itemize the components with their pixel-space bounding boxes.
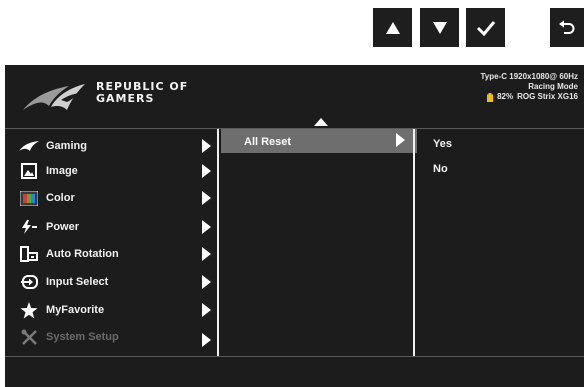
- down-key[interactable]: [420, 8, 459, 47]
- power-plug-icon: [18, 218, 40, 236]
- chevron-right-icon: [202, 220, 211, 234]
- column-divider-1: [217, 129, 219, 356]
- chevron-right-icon: [202, 333, 211, 347]
- menu-label-power: Power: [46, 221, 80, 233]
- option-yes[interactable]: Yes: [433, 138, 452, 150]
- osd-panel: REPUBLIC OF GAMERS Type-C 1920x1080@ 60H…: [5, 65, 584, 387]
- rog-logo-icon: [23, 84, 85, 110]
- menu-label-myfavorite: MyFavorite: [46, 304, 105, 316]
- color-palette-icon: [18, 189, 40, 207]
- chevron-right-icon: [202, 303, 211, 317]
- column-divider-2: [413, 129, 415, 356]
- battery-icon: [487, 92, 494, 102]
- auto-rotation-icon: [18, 245, 40, 263]
- brand-line-2: GAMERS: [96, 92, 155, 105]
- battery-model-row: 82% ROG Strix XG16: [481, 92, 578, 102]
- input-status: Type-C 1920x1080@ 60Hz: [480, 72, 578, 81]
- checkmark-icon: [476, 20, 495, 36]
- chevron-right-icon: [202, 164, 211, 178]
- menu-item-power[interactable]: Power: [5, 213, 216, 241]
- menu-bottom-divider: [5, 356, 584, 357]
- brand-name: REPUBLIC OF GAMERS: [96, 81, 188, 105]
- star-icon: [18, 301, 40, 319]
- down-arrow-icon: [432, 21, 447, 34]
- osd-header: REPUBLIC OF GAMERS Type-C 1920x1080@ 60H…: [5, 65, 584, 129]
- up-key[interactable]: [373, 8, 412, 47]
- submenu-item-all-reset[interactable]: All Reset: [221, 129, 417, 153]
- confirm-key[interactable]: [466, 8, 505, 47]
- option-no[interactable]: No: [433, 163, 448, 175]
- menu-item-gaming[interactable]: Gaming: [5, 132, 216, 160]
- chevron-right-icon: [202, 247, 211, 261]
- wrench-screwdriver-icon: [18, 328, 40, 346]
- menu-item-color[interactable]: Color: [5, 184, 216, 212]
- menu-label-auto-rotation: Auto Rotation: [46, 248, 119, 260]
- model-name: ROG Strix XG16: [517, 92, 578, 101]
- menu-label-system-setup: System Setup: [46, 331, 119, 343]
- menu-label-color: Color: [46, 192, 75, 204]
- chevron-right-icon: [396, 133, 405, 147]
- menu-item-myfavorite[interactable]: MyFavorite: [5, 296, 216, 324]
- menu-item-auto-rotation[interactable]: Auto Rotation: [5, 240, 216, 268]
- menu-label-gaming: Gaming: [46, 140, 87, 152]
- up-arrow-icon: [385, 21, 400, 34]
- status-info: Type-C 1920x1080@ 60Hz Racing Mode 82% R…: [481, 72, 578, 102]
- chevron-right-icon: [202, 275, 211, 289]
- submenu-label-all-reset: All Reset: [244, 136, 292, 148]
- menu-area: Gaming Image Color Power Auto Rotation I…: [5, 129, 584, 356]
- menu-item-image[interactable]: Image: [5, 157, 216, 185]
- back-key[interactable]: [550, 8, 584, 47]
- chevron-right-icon: [202, 139, 211, 153]
- rog-eye-icon: [18, 137, 40, 155]
- mode-status: Racing Mode: [528, 82, 578, 91]
- scroll-up-icon[interactable]: [314, 118, 328, 126]
- menu-item-input-select[interactable]: Input Select: [5, 268, 216, 296]
- battery-level: 82%: [497, 92, 514, 101]
- chevron-right-icon: [202, 191, 211, 205]
- image-icon: [18, 162, 40, 180]
- back-return-icon: [559, 20, 575, 34]
- input-select-icon: [18, 273, 40, 291]
- menu-item-system-setup[interactable]: System Setup: [5, 323, 216, 351]
- menu-label-input-select: Input Select: [46, 276, 109, 288]
- menu-label-image: Image: [46, 165, 78, 177]
